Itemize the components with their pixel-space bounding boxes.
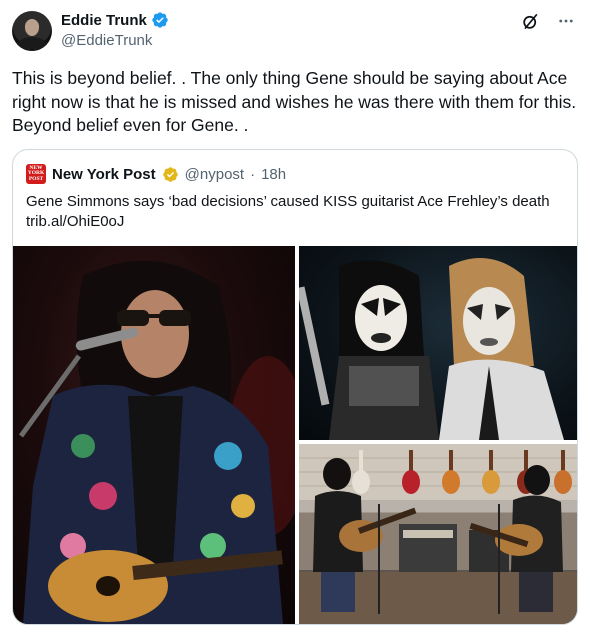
nypost-logo[interactable]: NEW YORK POST <box>26 164 46 184</box>
gold-verified-badge-icon <box>162 166 178 182</box>
quote-timestamp[interactable]: 18h <box>261 166 286 183</box>
more-icon-svg <box>559 19 573 23</box>
grok-icon-svg <box>522 13 538 29</box>
avatar[interactable] <box>12 11 52 51</box>
quote-headline: Gene Simmons says ‘bad decisions’ caused… <box>26 193 550 210</box>
studio-guitars-photo-art <box>299 444 577 624</box>
kiss-makeup-photo[interactable] <box>299 246 577 440</box>
author-display-name[interactable]: Eddie Trunk <box>61 12 147 29</box>
quote-author-name[interactable]: New York Post <box>52 166 156 183</box>
avatar-shoulders <box>16 37 48 51</box>
quote-link[interactable]: trib.al/OhiE0oJ <box>26 212 566 232</box>
kiss-makeup-photo-art <box>299 258 564 440</box>
more-icon[interactable] <box>556 11 576 31</box>
avatar-face <box>25 19 39 36</box>
verified-badge-icon <box>152 12 168 28</box>
tweet-text: This is beyond belief. . The only thing … <box>12 68 577 135</box>
author-handle[interactable]: @EddieTrunk <box>61 32 152 49</box>
ace-frehley-photo[interactable] <box>13 246 295 624</box>
studio-guitars-photo[interactable] <box>299 444 577 624</box>
author-name-row: Eddie Trunk <box>61 11 169 29</box>
tweet-actions-top <box>520 11 576 31</box>
ace-frehley-photo-art <box>18 260 295 624</box>
grok-icon[interactable] <box>520 11 540 31</box>
quote-separator: · <box>250 165 256 183</box>
nypost-logo-text: NEW YORK POST <box>27 164 45 182</box>
quote-header: NEW YORK POST New York Post @nypost · 18… <box>26 164 286 184</box>
quote-tweet-card[interactable]: NEW YORK POST New York Post @nypost · 18… <box>12 149 578 625</box>
quote-author-handle[interactable]: @nypost <box>185 166 244 183</box>
quote-text: Gene Simmons says ‘bad decisions’ caused… <box>26 192 566 232</box>
